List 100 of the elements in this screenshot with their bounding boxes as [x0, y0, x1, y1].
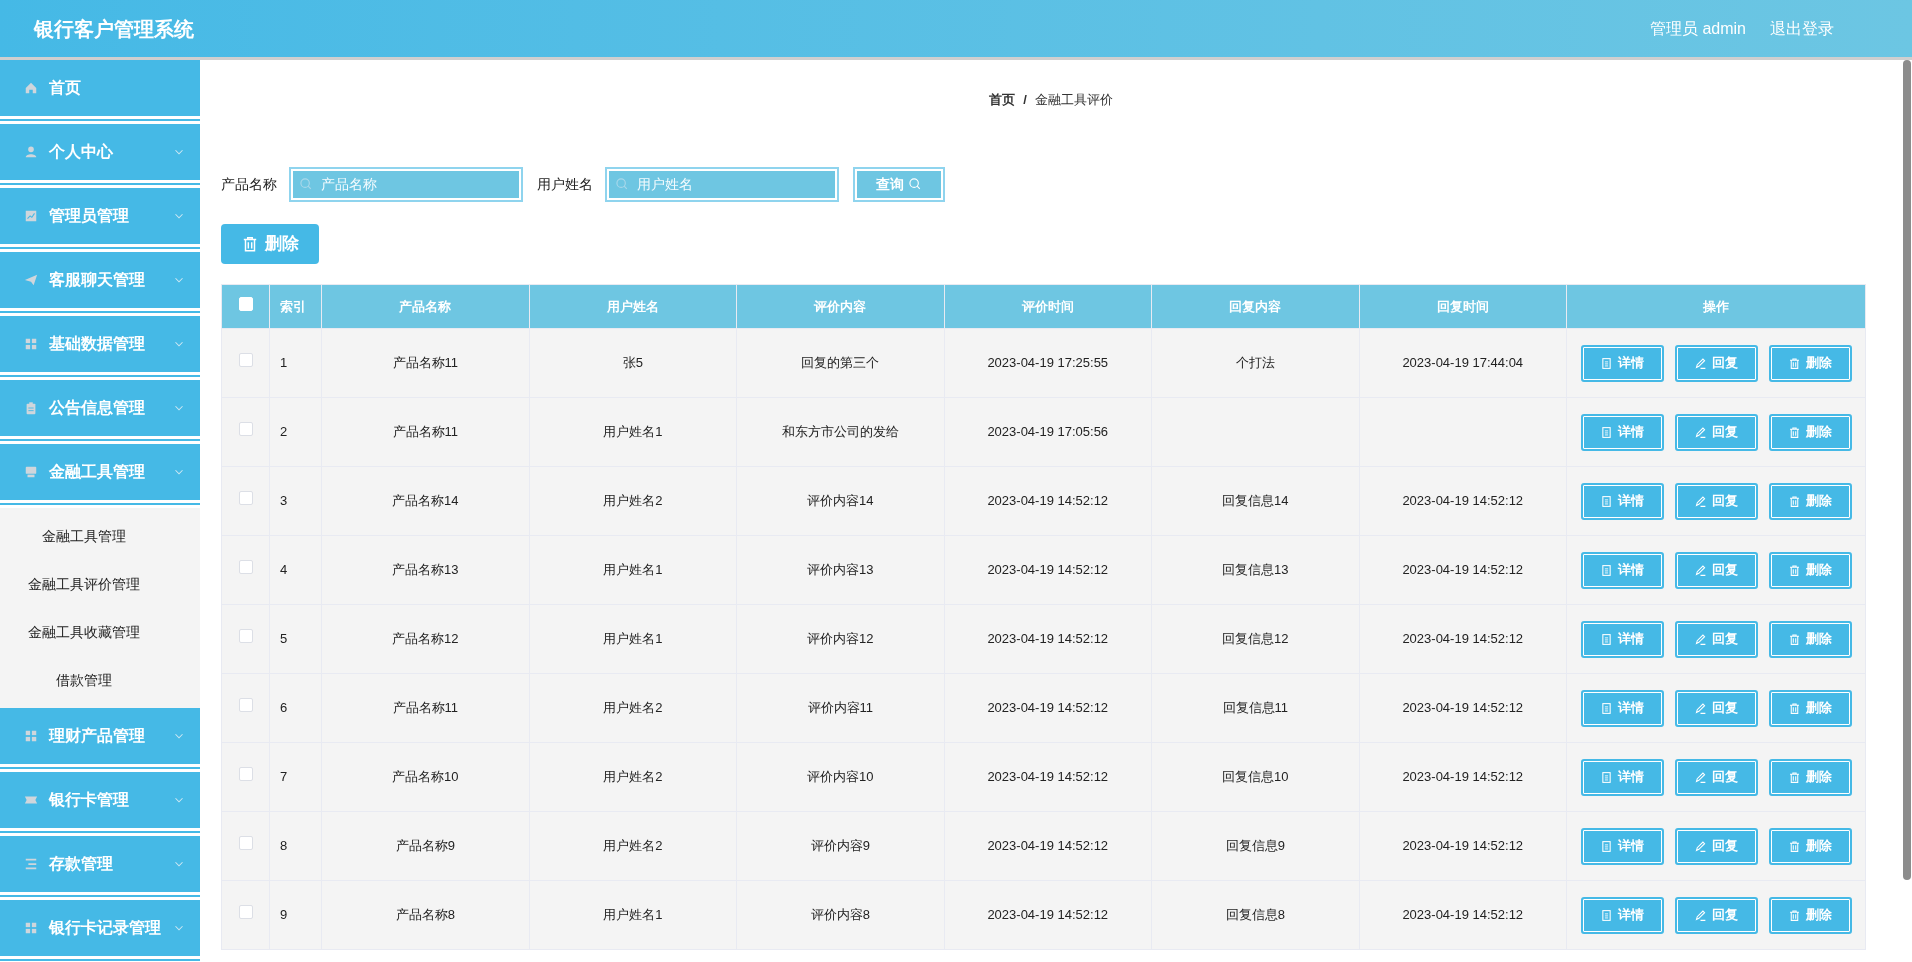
action-button[interactable]: 详情 [1580, 620, 1664, 658]
action-button[interactable]: 回复 [1674, 758, 1758, 796]
action-button[interactable]: 详情 [1580, 896, 1664, 934]
action-button[interactable]: 详情 [1580, 482, 1664, 520]
scrollbar[interactable] [1903, 60, 1911, 880]
checkbox[interactable] [238, 560, 253, 575]
search-icon [299, 176, 313, 191]
sidebar-item[interactable]: 公告信息管理 [0, 380, 200, 444]
table-cell: 7 [280, 769, 288, 785]
action-button[interactable]: 回复 [1674, 482, 1758, 520]
checkbox[interactable] [238, 905, 253, 920]
user-icon [24, 145, 38, 159]
action-button[interactable]: 详情 [1580, 689, 1664, 727]
table-cell: 回复信息14 [1222, 493, 1289, 509]
trash-icon [241, 235, 259, 253]
checkbox[interactable] [238, 491, 253, 506]
action-button[interactable]: 回复 [1674, 620, 1758, 658]
table-cell: 产品名称9 [395, 838, 455, 854]
search-field[interactable]: 产品名称 [289, 166, 523, 202]
action-button[interactable]: 删除 [1768, 551, 1852, 589]
action-button[interactable]: 回复 [1674, 551, 1758, 589]
submenu-item[interactable]: 借款管理 [0, 656, 200, 704]
sidebar-item[interactable]: 金融工具管理 [0, 444, 200, 508]
document-icon [1600, 494, 1613, 508]
table-cell: 用户姓名2 [603, 493, 663, 509]
sidebar-item[interactable]: 基础数据管理 [0, 316, 200, 380]
action-button[interactable]: 回复 [1674, 344, 1758, 382]
action-button[interactable]: 删除 [1768, 689, 1852, 727]
document-icon [1600, 908, 1613, 922]
table-cell: 2023-04-19 14:52:12 [987, 562, 1109, 578]
grid-icon [24, 337, 38, 351]
action-button[interactable]: 删除 [1768, 344, 1852, 382]
action-button[interactable]: 回复 [1674, 689, 1758, 727]
app-title: 银行客户管理系统 [34, 16, 194, 42]
list-icon [24, 857, 38, 871]
action-button[interactable]: 详情 [1580, 551, 1664, 589]
checkbox[interactable] [238, 353, 253, 368]
checkbox[interactable] [238, 698, 253, 713]
sidebar-item[interactable]: 理财产品管理 [0, 708, 200, 772]
checkbox[interactable] [238, 767, 253, 782]
breadcrumb-separator: / [1023, 91, 1027, 109]
action-button[interactable]: 详情 [1580, 758, 1664, 796]
submenu-item[interactable]: 金融工具管理 [0, 512, 200, 560]
field-label: 用户姓名 [537, 174, 593, 194]
checkbox[interactable] [238, 422, 253, 437]
action-button[interactable]: 删除 [1768, 758, 1852, 796]
submenu-item[interactable]: 金融工具收藏管理 [0, 608, 200, 656]
table-cell: 个打法 [1235, 355, 1275, 371]
chart-icon [24, 209, 38, 223]
column-header: 回复时间 [1359, 284, 1567, 329]
user-label: 管理员 admin [1649, 18, 1746, 39]
table-cell: 张5 [622, 355, 643, 371]
table-cell: 产品名称14 [392, 493, 459, 509]
pencil-icon [1694, 563, 1707, 577]
breadcrumb-item[interactable]: 首页 [989, 90, 1016, 164]
search-field[interactable]: 用户姓名 [605, 166, 839, 202]
table-cell: 2023-04-19 14:52:12 [987, 907, 1109, 923]
action-button[interactable]: 详情 [1580, 413, 1664, 451]
table-cell: 2023-04-19 14:52:12 [987, 838, 1109, 854]
pencil-icon [1694, 356, 1707, 370]
sidebar-item[interactable]: 银行卡记录管理 [0, 900, 200, 962]
sidebar-item[interactable]: 个人中心 [0, 124, 200, 188]
table-cell: 产品名称12 [392, 631, 459, 647]
table-cell: 3 [280, 493, 288, 509]
document-icon [1600, 356, 1613, 370]
action-button[interactable]: 删除 [1768, 896, 1852, 934]
logout-link[interactable]: 退出登录 [1770, 16, 1834, 41]
sidebar-item[interactable]: 存款管理 [0, 836, 200, 900]
checkbox[interactable] [238, 836, 253, 851]
action-button[interactable]: 回复 [1674, 827, 1758, 865]
table-cell: 回复的第三个 [801, 355, 880, 371]
action-button[interactable]: 详情 [1580, 827, 1664, 865]
search-icon [908, 177, 922, 191]
action-button[interactable]: 回复 [1674, 896, 1758, 934]
monitor-icon [24, 465, 38, 479]
column-header: 评价内容 [736, 284, 944, 329]
trash-icon [1788, 563, 1801, 577]
sidebar-item[interactable]: 管理员管理 [0, 188, 200, 252]
action-button[interactable]: 删除 [1768, 413, 1852, 451]
submenu-item[interactable]: 金融工具评价管理 [0, 560, 200, 608]
document-icon [1600, 770, 1613, 784]
sidebar-item[interactable]: 首页 [0, 60, 200, 124]
trash-icon [1788, 770, 1801, 784]
action-button[interactable]: 删除 [1768, 620, 1852, 658]
action-button[interactable]: 删除 [1768, 827, 1852, 865]
search-button[interactable]: 查询 [853, 166, 945, 202]
trash-icon [1788, 839, 1801, 853]
table-cell: 和东方市公司的发给 [781, 424, 899, 440]
table-cell: 评价内容9 [810, 838, 870, 854]
table-cell: 产品名称11 [392, 700, 458, 716]
sidebar-item[interactable]: 客服聊天管理 [0, 252, 200, 316]
table-cell: 9 [280, 907, 288, 923]
checkbox[interactable] [238, 629, 253, 644]
action-button[interactable]: 删除 [1768, 482, 1852, 520]
document-icon [1600, 839, 1613, 853]
sidebar-item[interactable]: 银行卡管理 [0, 772, 200, 836]
delete-button[interactable]: 删除 [221, 224, 319, 264]
action-button[interactable]: 详情 [1580, 344, 1664, 382]
table-cell: 2023-04-19 14:52:12 [1402, 493, 1524, 509]
action-button[interactable]: 回复 [1674, 413, 1758, 451]
